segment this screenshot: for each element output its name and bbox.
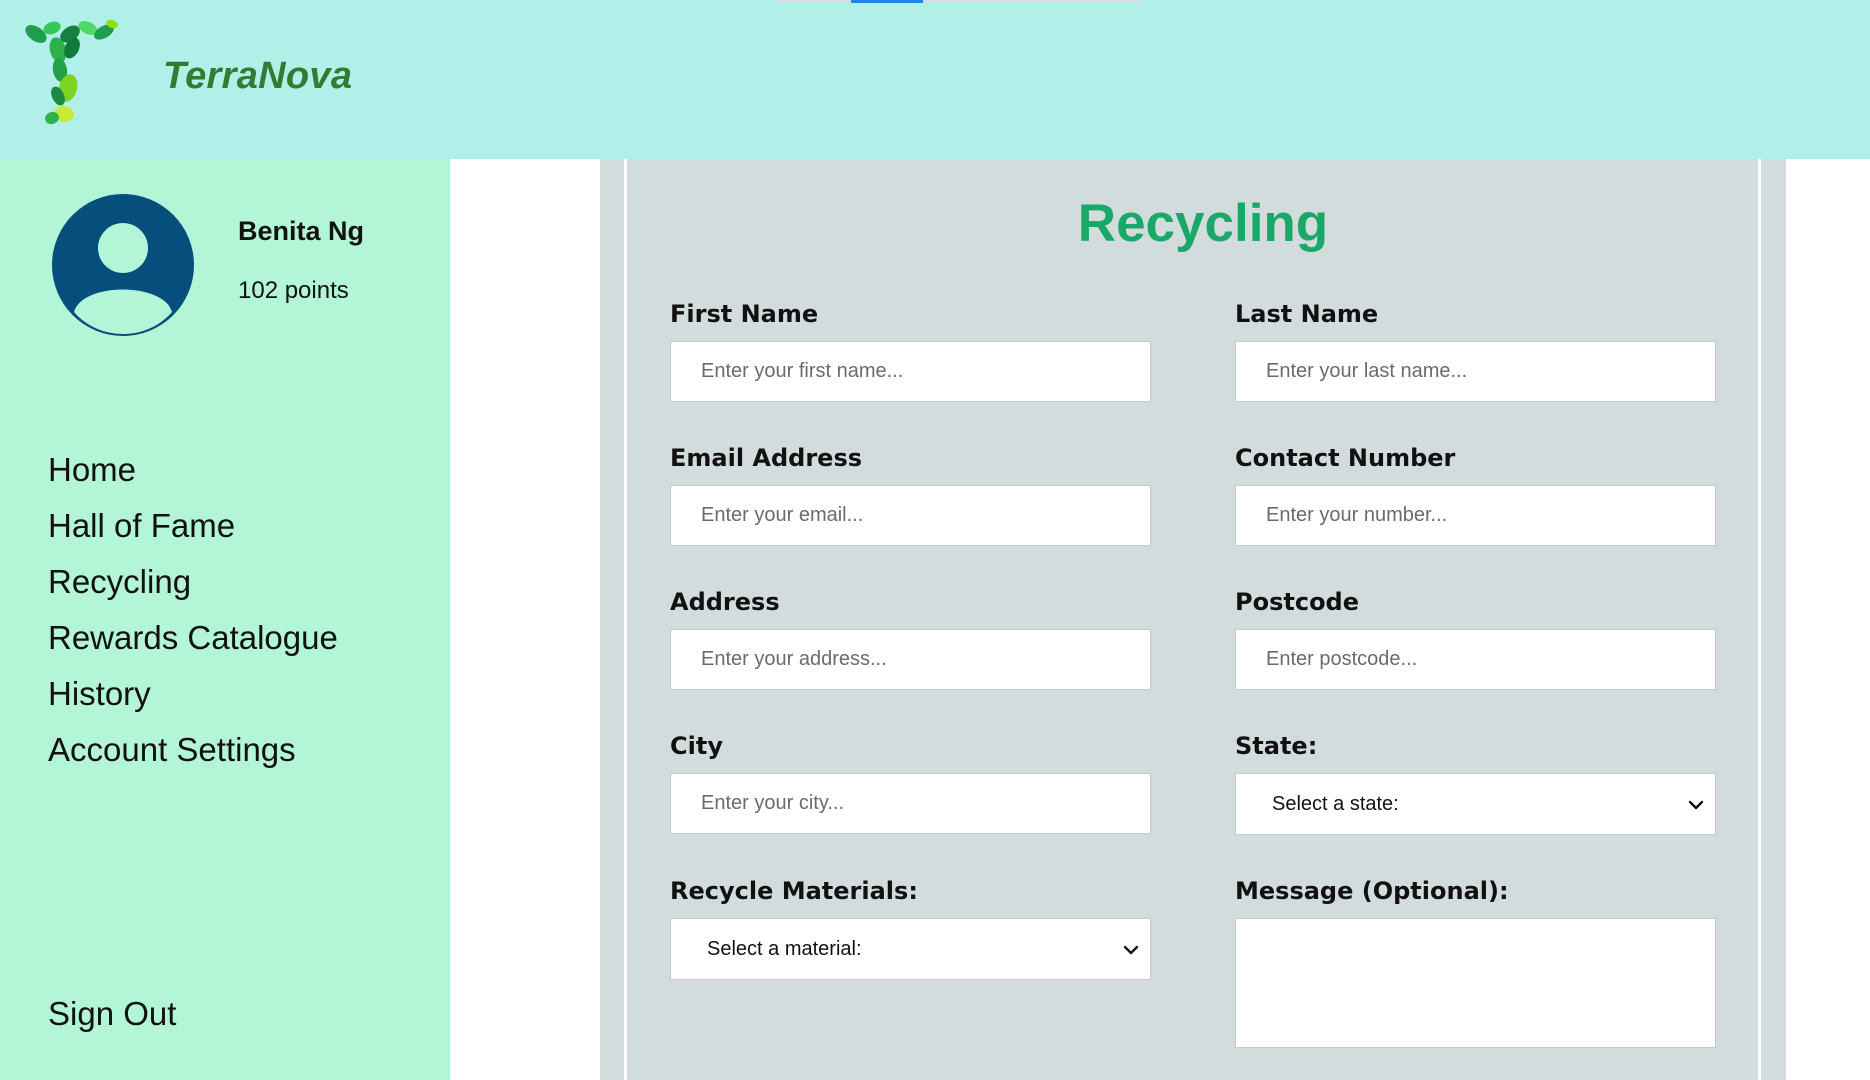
- sidebar-item-history[interactable]: History: [48, 666, 338, 722]
- brand-name[interactable]: TerraNova: [163, 55, 352, 98]
- message-textarea[interactable]: [1235, 918, 1716, 1048]
- user-points: 102 points: [238, 277, 349, 304]
- postcode-label: Postcode: [1235, 588, 1360, 616]
- state-select-value: Select a state:: [1272, 792, 1399, 815]
- leaf-letter-t-logo[interactable]: [22, 18, 118, 130]
- sidebar-nav: Home Hall of Fame Recycling Rewards Cata…: [48, 442, 338, 778]
- address-label: Address: [670, 588, 780, 616]
- postcode-input[interactable]: [1235, 629, 1716, 690]
- panel-divider-right: [1758, 159, 1761, 1080]
- chevron-down-icon: [1688, 800, 1704, 810]
- horizontal-scrollbar-track[interactable]: [778, 0, 1140, 2]
- sidebar-item-recycling[interactable]: Recycling: [48, 554, 338, 610]
- panel-divider-left: [624, 159, 627, 1080]
- email-input[interactable]: [670, 485, 1151, 546]
- sidebar: Benita Ng 102 points Home Hall of Fame R…: [0, 159, 450, 1080]
- contact-number-label: Contact Number: [1235, 444, 1456, 472]
- email-label: Email Address: [670, 444, 863, 472]
- contact-number-input[interactable]: [1235, 485, 1716, 546]
- first-name-input[interactable]: [670, 341, 1151, 402]
- horizontal-scrollbar-thumb[interactable]: [851, 0, 923, 3]
- first-name-label: First Name: [670, 300, 819, 328]
- last-name-label: Last Name: [1235, 300, 1379, 328]
- address-input[interactable]: [670, 629, 1151, 690]
- user-avatar-icon: [52, 194, 194, 336]
- message-label: Message (Optional):: [1235, 877, 1509, 905]
- page-title: Recycling: [1077, 194, 1329, 253]
- last-name-input[interactable]: [1235, 341, 1716, 402]
- city-input[interactable]: [670, 773, 1151, 834]
- state-label: State:: [1235, 732, 1318, 760]
- sidebar-item-rewards-catalogue[interactable]: Rewards Catalogue: [48, 610, 338, 666]
- chevron-down-icon: [1123, 945, 1139, 955]
- top-header: TerraNova: [0, 0, 1870, 159]
- city-label: City: [670, 732, 723, 760]
- state-select[interactable]: Select a state:: [1235, 773, 1716, 835]
- sign-out-link[interactable]: Sign Out: [48, 995, 176, 1033]
- recycle-materials-label: Recycle Materials:: [670, 877, 918, 905]
- user-name: Benita Ng: [238, 216, 365, 246]
- sidebar-item-account-settings[interactable]: Account Settings: [48, 722, 338, 778]
- recycle-materials-select-value: Select a material:: [707, 937, 862, 960]
- recycle-materials-select[interactable]: Select a material:: [670, 918, 1151, 980]
- sidebar-item-hall-of-fame[interactable]: Hall of Fame: [48, 498, 338, 554]
- sidebar-item-home[interactable]: Home: [48, 442, 338, 498]
